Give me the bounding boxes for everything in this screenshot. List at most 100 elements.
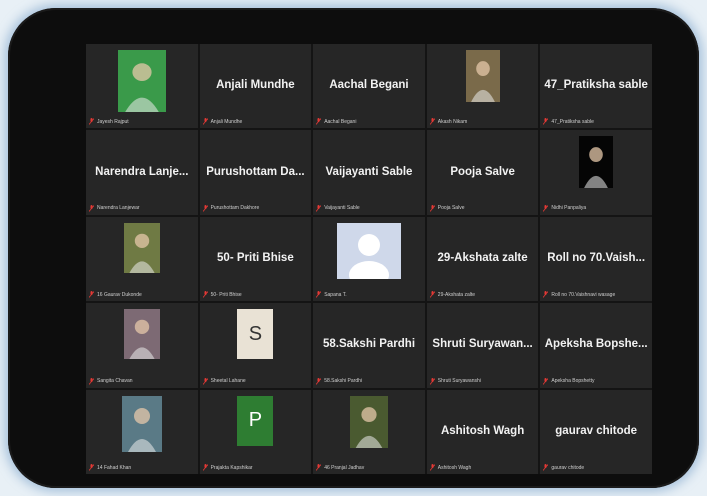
participant-tile[interactable]: 14 Fahad Khan [86, 389, 198, 474]
participant-tile[interactable]: Nidhi Panpaliya [540, 130, 652, 215]
participant-photo [349, 395, 388, 448]
muted-mic-icon [202, 118, 208, 126]
participant-display-name: Narendra Lanje... [95, 165, 189, 178]
person-photo-icon [127, 407, 156, 452]
muted-mic-icon [429, 118, 435, 126]
participant-name-label: 29-Akshata zalte [429, 291, 536, 298]
participant-tile[interactable]: Shruti Suryawan... Shruti Suryawanshi [426, 303, 539, 388]
participant-display-name: 29-Akshata zalte [437, 251, 528, 264]
participant-display-name: Anjali Mundhe [216, 78, 295, 91]
participant-photo [123, 222, 160, 273]
participant-label-text: Sapana T. [324, 291, 347, 298]
muted-mic-icon [316, 464, 322, 471]
participant-tile[interactable]: Anjali Mundhe Anjali Mundhe [199, 44, 312, 129]
person-photo-icon [124, 63, 159, 112]
participant-tile[interactable]: Pooja Salve Pooja Salve [426, 130, 539, 215]
muted-mic-icon [89, 377, 94, 385]
muted-mic-icon [89, 118, 94, 126]
participant-display-name: gaurav chitode [555, 424, 638, 437]
participant-label-text: Apeksha Bopshetty [551, 378, 595, 385]
participant-tile[interactable]: Vaijayanti Sable Vaijayanti Sable [313, 130, 425, 215]
participant-tile[interactable]: Sangita Chavan [86, 303, 198, 388]
muted-mic-icon [89, 291, 94, 298]
participant-label-text: 29-Akshata zalte [437, 291, 476, 298]
participant-photo [465, 50, 500, 102]
participant-label-text: Pooja Salve [437, 205, 465, 212]
participant-name-label: Vaijayanti Sable [316, 204, 422, 212]
participant-tile[interactable]: 58.Sakshi Pardhi 58.Sakshi Pardhi [313, 303, 425, 388]
participant-label-text: 47_Pratiksha sable [551, 118, 594, 125]
participant-name-label: Pooja Salve [429, 204, 536, 212]
participant-tile[interactable]: 50- Priti Bhise 50- Priti Bhise [199, 216, 312, 302]
muted-mic-icon [89, 204, 94, 212]
participant-tile[interactable]: 16 Gaurav Dukonde [86, 216, 198, 302]
participant-name-label: Sheetal Lahane [202, 377, 309, 385]
muted-mic-icon [202, 204, 208, 212]
participant-name-label: gaurav chitode [543, 464, 649, 471]
muted-mic-icon [429, 377, 435, 385]
person-photo-icon [355, 406, 383, 448]
muted-mic-icon [543, 118, 549, 126]
participant-name-label: Ashitosh Wagh [429, 464, 536, 471]
participant-gallery-grid: Jayesh Rajput Anjali Mundhe Anjali Mundhe A… [86, 44, 652, 474]
participant-tile[interactable]: Ashitosh Wagh Ashitosh Wagh [426, 389, 539, 474]
participant-tile[interactable]: Apeksha Bopshe... Apeksha Bopshetty [540, 303, 652, 388]
participant-tile[interactable]: Roll no 70.Vaish... Roll no 70.Vaishnavi … [540, 216, 652, 302]
participant-display-name: Purushottam Da... [206, 165, 305, 178]
participant-label-text: Shruti Suryawanshi [437, 378, 481, 385]
participant-name-label: Roll no 70.Vaishnavi wasage [543, 291, 649, 298]
participant-tile[interactable]: 47_Pratiksha sable 47_Pratiksha sable [540, 44, 652, 129]
muted-mic-icon [316, 377, 322, 385]
muted-mic-icon [543, 291, 549, 298]
participant-label-text: 14 Fahad Khan [97, 464, 132, 471]
participant-tile[interactable]: S Sheetal Lahane [199, 303, 312, 388]
participant-label-text: Anjali Mundhe [210, 118, 243, 125]
silhouette-icon [348, 233, 389, 279]
muted-mic-icon [543, 204, 549, 212]
participant-name-label: 47_Pratiksha sable [543, 118, 649, 126]
participant-display-name: Apeksha Bopshe... [544, 338, 648, 351]
participant-tile[interactable]: Akash Nikam [426, 44, 539, 129]
participant-tile[interactable]: 29-Akshata zalte 29-Akshata zalte [426, 216, 539, 302]
participant-name-label: Prajakta Kapshikar [202, 464, 309, 471]
participant-photo [121, 395, 162, 452]
participant-tile[interactable]: gaurav chitode gaurav chitode [540, 389, 652, 474]
participant-tile[interactable]: 46 Pranjal Jadhav [313, 389, 425, 474]
participant-name-label: Akash Nikam [429, 118, 536, 126]
person-photo-icon [129, 319, 155, 360]
participant-tile[interactable]: Sapana T. [313, 216, 425, 302]
muted-mic-icon [429, 204, 435, 212]
participant-display-name: 47_Pratiksha sable [544, 78, 648, 91]
muted-mic-icon [202, 377, 208, 385]
participant-name-label: Nidhi Panpaliya [543, 204, 649, 212]
participant-label-text: gaurav chitode [551, 464, 585, 471]
participant-label-text: 16 Gaurav Dukonde [97, 291, 142, 298]
meeting-window-frame: Jayesh Rajput Anjali Mundhe Anjali Mundhe A… [8, 8, 699, 488]
participant-label-text: Ashitosh Wagh [437, 464, 472, 471]
muted-mic-icon [543, 464, 549, 471]
participant-label-text: Nidhi Panpaliya [551, 205, 587, 212]
participant-photo [123, 309, 160, 360]
participant-tile[interactable]: P Prajakta Kapshikar [199, 389, 312, 474]
participant-name-label: Narendra Lanjewar [89, 204, 195, 212]
muted-mic-icon [429, 291, 435, 298]
person-photo-icon [470, 61, 495, 102]
muted-mic-icon [316, 118, 322, 126]
participant-tile[interactable]: Jayesh Rajput [86, 44, 198, 129]
participant-display-name: Pooja Salve [450, 165, 515, 178]
participant-tile[interactable]: Narendra Lanje... Narendra Lanjewar [86, 130, 198, 215]
participant-name-label: 16 Gaurav Dukonde [89, 291, 195, 298]
participant-name-label: Apeksha Bopshetty [543, 377, 649, 385]
participant-name-label: Sangita Chavan [89, 377, 195, 385]
participant-display-name: 50- Priti Bhise [217, 251, 294, 264]
muted-mic-icon [89, 464, 94, 471]
participant-tile[interactable]: Purushottam Da... Purushottam Dakhore [199, 130, 312, 215]
participant-tile[interactable]: Aachal Begani Aachal Begani [313, 44, 425, 129]
participant-display-name: Vaijayanti Sable [325, 165, 413, 178]
participant-name-label: 58.Sakshi Pardhi [316, 377, 422, 385]
initial-avatar: S [237, 309, 274, 360]
participant-name-label: 46 Pranjal Jadhav [316, 464, 422, 471]
participant-photo [336, 222, 401, 279]
person-photo-icon [129, 233, 155, 273]
muted-mic-icon [202, 291, 208, 298]
